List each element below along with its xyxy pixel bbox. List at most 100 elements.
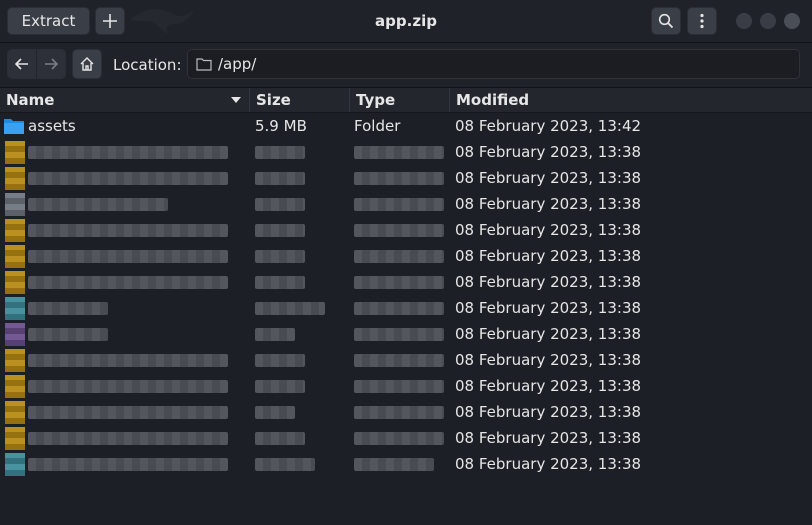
location-bar: Location: /app/ [0,43,812,88]
table-row[interactable]: 08 February 2023, 13:38 [0,269,812,295]
redacted-size [255,198,305,211]
redacted-size [255,380,305,393]
folder-icon [4,119,24,134]
redacted-type [354,406,444,419]
location-path: /app/ [218,55,257,73]
redacted-size [255,302,325,315]
header-bar: Extract app.zip [0,0,812,43]
redacted-name [28,276,228,289]
file-icon [5,453,25,476]
close-button[interactable] [784,13,800,29]
folder-icon [196,58,212,71]
redacted-type [354,224,444,237]
redacted-type [354,172,444,185]
cell-modified: 08 February 2023, 13:38 [455,377,642,395]
column-headers: Name Size Type Modified [0,88,812,113]
file-icon [5,193,25,216]
file-list: assets 5.9 MB Folder 08 February 2023, 13:4… [0,113,812,525]
redacted-size [255,146,305,159]
cell-modified: 08 February 2023, 13:42 [455,117,642,135]
redacted-size [255,276,305,289]
file-icon [5,167,25,190]
cell-modified: 08 February 2023, 13:38 [455,403,642,421]
table-row[interactable]: 08 February 2023, 13:38 [0,191,812,217]
location-label: Location: [113,56,182,74]
redacted-name [28,250,228,263]
redacted-name [28,458,228,471]
file-icon [5,297,25,320]
redacted-name [28,224,228,237]
table-row[interactable]: 08 February 2023, 13:38 [0,451,812,477]
location-field[interactable]: /app/ [187,49,800,79]
redacted-type [354,432,444,445]
column-header-size[interactable]: Size [250,88,350,112]
table-row[interactable]: 08 February 2023, 13:38 [0,217,812,243]
back-button[interactable] [8,50,36,78]
search-button[interactable] [651,7,681,35]
redacted-name [28,432,228,445]
cell-modified: 08 February 2023, 13:38 [455,221,642,239]
cell-modified: 08 February 2023, 13:38 [455,169,642,187]
redacted-type [354,354,444,367]
redacted-size [255,354,305,367]
table-row[interactable]: 08 February 2023, 13:38 [0,321,812,347]
redacted-name [28,146,228,159]
file-icon [5,349,25,372]
file-icon [5,141,25,164]
column-header-modified[interactable]: Modified [450,88,812,112]
cell-type: Folder [354,117,401,135]
table-row[interactable]: 08 February 2023, 13:38 [0,399,812,425]
cell-modified: 08 February 2023, 13:38 [455,273,642,291]
table-row[interactable]: 08 February 2023, 13:38 [0,243,812,269]
redacted-type [354,146,444,159]
redacted-type [354,276,444,289]
redacted-name [28,406,228,419]
table-row[interactable]: 08 February 2023, 13:38 [0,139,812,165]
redacted-type [354,380,444,393]
table-row[interactable]: 08 February 2023, 13:38 [0,373,812,399]
column-header-type[interactable]: Type [350,88,450,112]
cell-modified: 08 February 2023, 13:38 [455,247,642,265]
column-header-name[interactable]: Name [0,88,250,112]
file-icon [5,271,25,294]
file-icon [5,401,25,424]
redacted-type [354,302,444,315]
search-icon [658,13,674,29]
cell-modified: 08 February 2023, 13:38 [455,195,642,213]
sort-descending-icon [231,97,241,103]
cell-modified: 08 February 2023, 13:38 [455,455,642,473]
table-row[interactable]: assets 5.9 MB Folder 08 February 2023, 13:4… [0,113,812,139]
table-row[interactable]: 08 February 2023, 13:38 [0,347,812,373]
file-icon [5,219,25,242]
table-row[interactable]: 08 February 2023, 13:38 [0,425,812,451]
redacted-type [354,250,444,263]
table-row[interactable]: 08 February 2023, 13:38 [0,295,812,321]
cell-name: assets [28,117,76,135]
main-menu-button[interactable] [687,7,717,35]
minimize-button[interactable] [736,13,752,29]
table-row[interactable]: 08 February 2023, 13:38 [0,165,812,191]
redacted-type [354,458,434,471]
column-header-name-label: Name [6,91,55,109]
redacted-name [28,328,108,341]
cell-modified: 08 February 2023, 13:38 [455,429,642,447]
maximize-button[interactable] [760,13,776,29]
cell-modified: 08 February 2023, 13:38 [455,325,642,343]
arrow-left-icon [15,58,28,70]
redacted-size [255,432,305,445]
redacted-size [255,406,295,419]
redacted-name [28,198,168,211]
redacted-type [354,198,444,211]
file-icon [5,375,25,398]
redacted-size [255,224,305,237]
redacted-size [255,250,305,263]
redacted-size [255,172,305,185]
forward-button[interactable] [36,50,65,78]
cell-modified: 08 February 2023, 13:38 [455,143,642,161]
redacted-name [28,380,228,393]
redacted-name [28,354,228,367]
navigation-buttons [7,49,66,79]
cell-modified: 08 February 2023, 13:38 [455,299,642,317]
home-button[interactable] [72,49,102,79]
redacted-name [28,172,228,185]
